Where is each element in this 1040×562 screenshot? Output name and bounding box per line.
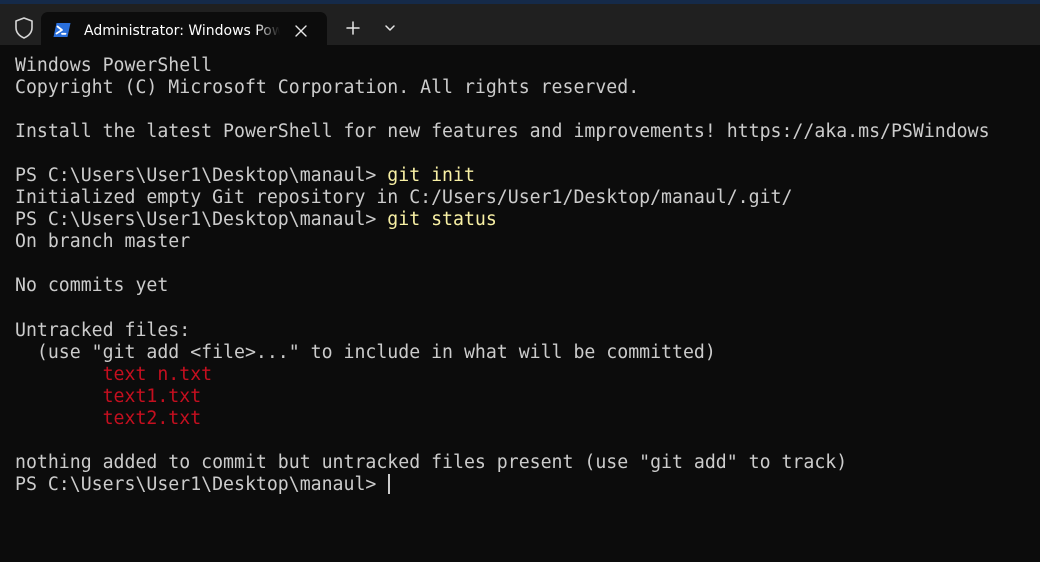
output-text: Install the latest PowerShell for new fe… xyxy=(15,121,990,143)
prompt-text: PS C:\Users\User1\Desktop\manaul> xyxy=(15,473,388,495)
close-icon[interactable] xyxy=(291,21,311,41)
shield-icon xyxy=(13,16,35,40)
terminal-line: PS C:\Users\User1\Desktop\manaul> git in… xyxy=(15,165,1040,187)
terminal-window: Administrator: Windows PowerShell Window… xyxy=(0,0,1040,562)
terminal-line: Windows PowerShell xyxy=(15,55,1040,77)
command-text: git init xyxy=(387,165,475,187)
tab-title: Administrator: Windows PowerShell xyxy=(84,23,280,39)
terminal-line: Initialized empty Git repository in C:/U… xyxy=(15,187,1040,209)
terminal-line: text n.txt xyxy=(15,364,1040,386)
terminal-lines: Windows PowerShell Copyright (C) Microsof… xyxy=(15,55,1040,496)
output-text: (use "git add <file>..." to include in w… xyxy=(15,341,716,363)
terminal-line: Copyright (C) Microsoft Corporation. All… xyxy=(15,77,1040,99)
tab-powershell[interactable]: Administrator: Windows PowerShell xyxy=(41,12,327,49)
output-text: No commits yet xyxy=(15,275,169,297)
prompt-text: PS C:\Users\User1\Desktop\manaul> xyxy=(15,209,388,231)
terminal-line: PS C:\Users\User1\Desktop\manaul> xyxy=(15,473,1040,496)
untracked-file-name: text1.txt xyxy=(102,385,202,407)
text-cursor xyxy=(388,473,391,494)
terminal-output-area[interactable]: Windows PowerShell Copyright (C) Microsof… xyxy=(0,45,1040,562)
output-text: Copyright (C) Microsoft Corporation. All… xyxy=(15,77,640,99)
titlebar: Administrator: Windows PowerShell xyxy=(0,4,1040,49)
output-text: Untracked files: xyxy=(15,319,191,341)
plus-icon[interactable] xyxy=(337,14,369,42)
terminal-line: On branch master xyxy=(15,231,1040,253)
terminal-line: text2.txt xyxy=(15,408,1040,430)
untracked-file-name: text2.txt xyxy=(102,407,202,429)
command-text: git status xyxy=(387,209,497,231)
terminal-line: Install the latest PowerShell for new fe… xyxy=(15,121,1040,143)
untracked-file-name: text n.txt xyxy=(102,363,213,385)
output-text: Windows PowerShell xyxy=(15,55,213,76)
output-text: Initialized empty Git repository in C:/U… xyxy=(15,187,793,209)
chevron-down-icon[interactable] xyxy=(375,14,405,42)
terminal-line: nothing added to commit but untracked fi… xyxy=(15,452,1040,474)
output-text: nothing added to commit but untracked fi… xyxy=(15,451,848,473)
terminal-line: PS C:\Users\User1\Desktop\manaul> git st… xyxy=(15,209,1040,231)
terminal-line: (use "git add <file>..." to include in w… xyxy=(15,342,1040,364)
prompt-text: PS C:\Users\User1\Desktop\manaul> xyxy=(15,165,388,187)
terminal-line: Untracked files: xyxy=(15,320,1040,342)
powershell-icon xyxy=(53,22,71,38)
terminal-line: No commits yet xyxy=(15,275,1040,297)
output-text: On branch master xyxy=(15,231,191,253)
terminal-line: text1.txt xyxy=(15,386,1040,408)
